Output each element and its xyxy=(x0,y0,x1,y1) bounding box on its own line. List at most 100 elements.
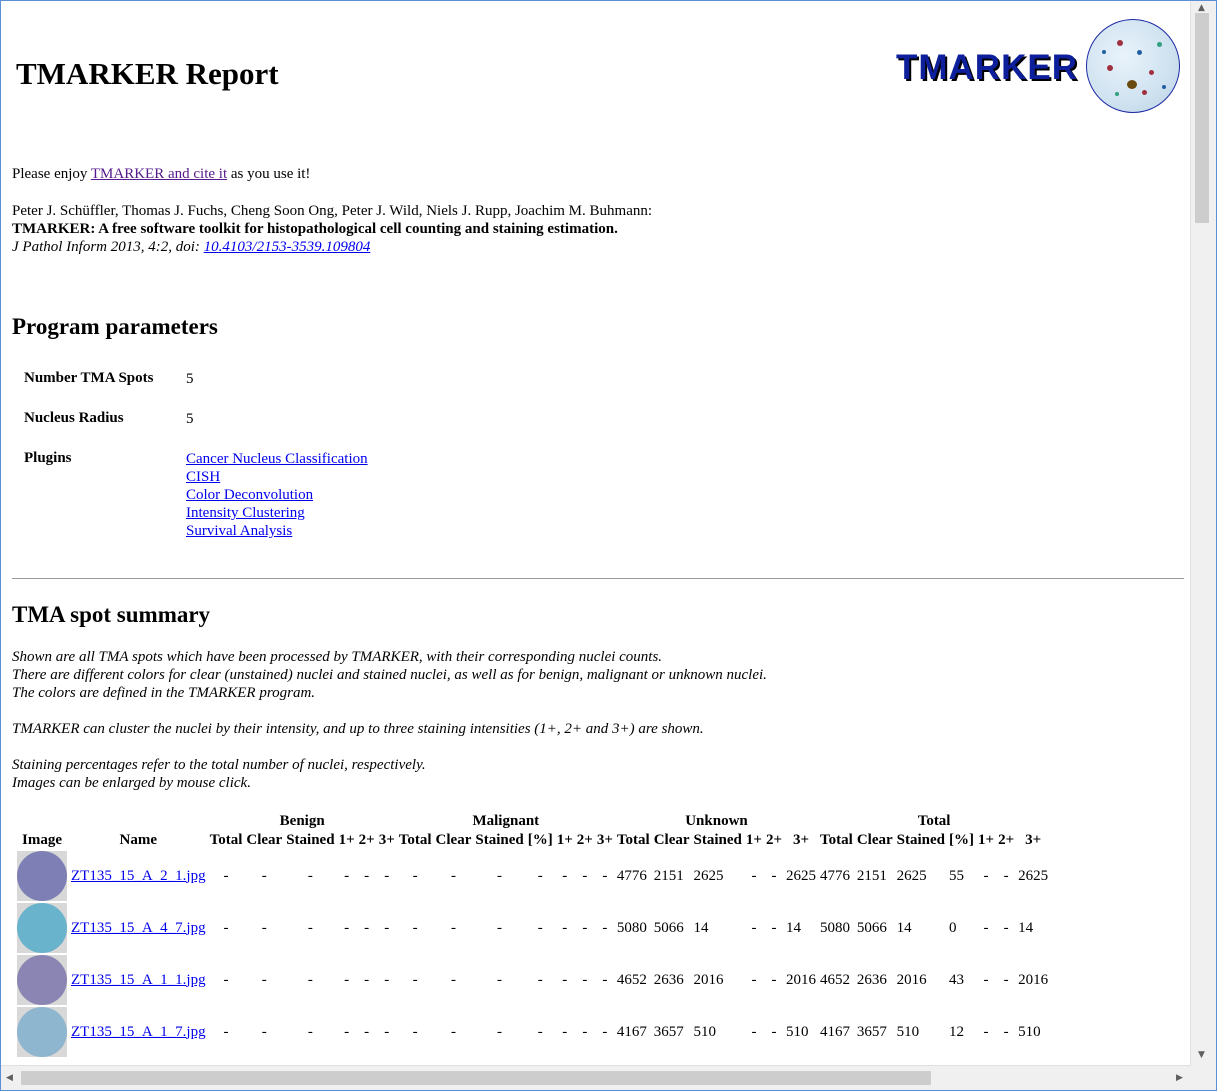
scroll-left-icon[interactable]: ◀ xyxy=(6,1073,13,1083)
param-label-radius: Nucleus Radius xyxy=(24,410,124,426)
table-cell-benign: - xyxy=(261,867,267,884)
col-malignant-header: Clear xyxy=(435,832,472,848)
col-image: Image xyxy=(22,832,62,848)
group-benign: Benign xyxy=(279,813,325,829)
horizontal-scrollbar[interactable]: ◀ ▶ xyxy=(1,1065,1191,1090)
table-cell-benign: - xyxy=(344,919,350,936)
col-benign-header: Total xyxy=(209,832,243,848)
table-cell-malignant: - xyxy=(562,919,568,936)
param-value-radius: 5 xyxy=(186,411,194,427)
spot-thumbnail[interactable] xyxy=(17,955,67,1005)
plugin-list: Cancer Nucleus Classification CISH Color… xyxy=(186,450,368,540)
spot-image-link[interactable]: ZT135_15_A_1_1.jpg xyxy=(71,972,206,988)
table-cell-benign: - xyxy=(344,867,350,884)
col-malignant-header: Total xyxy=(398,832,432,848)
tma-spot-summary-heading: TMA spot summary xyxy=(12,602,211,627)
description-line: The colors are defined in the TMARKER pr… xyxy=(12,685,316,701)
table-cell-unknown: 4776 xyxy=(616,867,647,884)
table-cell-total: 5080 xyxy=(820,919,851,936)
table-cell-unknown: - xyxy=(751,867,757,884)
table-cell-unknown: 2636 xyxy=(653,971,684,988)
col-benign-header: 1+ xyxy=(338,832,355,848)
spot-thumbnail[interactable] xyxy=(17,903,67,953)
vertical-scroll-thumb[interactable] xyxy=(1195,13,1209,223)
table-cell-unknown: 2016 xyxy=(786,971,817,988)
table-cell-malignant: - xyxy=(450,919,456,936)
group-total: Total xyxy=(917,813,951,829)
table-cell-benign: - xyxy=(223,971,229,988)
spot-thumbnail-cell[interactable] xyxy=(16,955,68,1005)
citation-title: TMARKER: A free software toolkit for his… xyxy=(12,221,618,237)
table-cell-total: - xyxy=(983,971,989,988)
table-cell-malignant: - xyxy=(602,919,608,936)
group-unknown: Unknown xyxy=(685,813,748,829)
enjoy-prefix: Please enjoy xyxy=(12,166,91,182)
plugin-link[interactable]: Survival Analysis xyxy=(186,523,292,539)
plugin-link[interactable]: Color Deconvolution xyxy=(186,487,313,503)
table-cell-unknown: - xyxy=(751,971,757,988)
logo-tissue-image xyxy=(1086,19,1180,113)
tma-spot-table: Benign Malignant Unknown Total Image Nam… xyxy=(14,811,1051,1059)
plugin-link[interactable]: CISH xyxy=(186,469,220,485)
scroll-right-icon[interactable]: ▶ xyxy=(1176,1073,1183,1083)
horizontal-scroll-thumb[interactable] xyxy=(21,1071,931,1085)
table-cell-unknown: - xyxy=(771,1023,777,1040)
plugin-link[interactable]: Intensity Clustering xyxy=(186,505,305,521)
table-row: ZT135_15_A_2_1.jpg - - - - - - - - - - - - -4776 2151 2… xyxy=(16,851,1049,901)
table-cell-unknown: 14 xyxy=(786,919,802,936)
table-cell-benign: - xyxy=(261,1023,267,1040)
plugin-link[interactable]: Cancer Nucleus Classification xyxy=(186,451,368,467)
spot-image-link[interactable]: ZT135_15_A_2_1.jpg xyxy=(71,868,206,884)
spot-image-link[interactable]: ZT135_15_A_4_7.jpg xyxy=(71,920,206,936)
table-cell-malignant: - xyxy=(562,1023,568,1040)
spot-thumbnail-image xyxy=(17,955,67,1005)
table-cell-benign: - xyxy=(223,867,229,884)
table-cell-total: 2625 xyxy=(1018,867,1049,884)
table-cell-total: 43 xyxy=(949,971,965,988)
table-cell-benign: - xyxy=(307,971,313,988)
spot-name-cell: ZT135_15_A_4_7.jpg xyxy=(70,903,207,953)
table-group-header: Benign Malignant Unknown Total xyxy=(16,813,1049,830)
table-cell-benign: - xyxy=(307,919,313,936)
spot-thumbnail-cell[interactable] xyxy=(16,851,68,901)
table-cell-total: - xyxy=(1003,919,1009,936)
scroll-up-icon[interactable]: ▲ xyxy=(1198,3,1205,13)
col-total-header: 1+ xyxy=(978,832,995,848)
spot-thumbnail-image xyxy=(17,851,67,901)
table-cell-total: 2636 xyxy=(856,971,887,988)
program-parameters-heading: Program parameters xyxy=(12,314,218,339)
doi-link[interactable]: 10.4103/2153-3539.109804 xyxy=(204,239,371,255)
table-cell-benign: - xyxy=(364,867,370,884)
spot-image-link[interactable]: ZT135_15_A_1_7.jpg xyxy=(71,1024,206,1040)
table-cell-malignant: - xyxy=(562,971,568,988)
spot-thumbnail-cell[interactable] xyxy=(16,1007,68,1057)
table-cell-benign: - xyxy=(344,971,350,988)
col-unknown-header: 3+ xyxy=(793,832,810,848)
table-cell-unknown: - xyxy=(771,919,777,936)
table-cell-benign: - xyxy=(384,867,390,884)
spot-thumbnail[interactable] xyxy=(17,1007,67,1057)
spot-thumbnail-cell[interactable] xyxy=(16,903,68,953)
citation-authors: Peter J. Schüffler, Thomas J. Fuchs, Che… xyxy=(12,203,653,219)
spot-thumbnail[interactable] xyxy=(17,851,67,901)
param-value-spots: 5 xyxy=(186,371,194,387)
col-total-header: Total xyxy=(820,832,853,848)
scroll-down-icon[interactable]: ▼ xyxy=(1198,1050,1205,1060)
table-cell-benign: - xyxy=(261,919,267,936)
logo-text: TMARKER xyxy=(896,48,1078,87)
table-column-header: Image Name Total Clear Stained 1+ 2+ 3+ Total C… xyxy=(16,832,1049,849)
spot-thumbnail-image xyxy=(17,1007,67,1057)
table-cell-total: - xyxy=(983,1023,989,1040)
col-total-header: Clear xyxy=(856,832,893,848)
table-cell-benign: - xyxy=(307,1023,313,1040)
table-cell-total: - xyxy=(1003,971,1009,988)
vertical-scrollbar[interactable]: ▲ ▼ xyxy=(1190,1,1216,1066)
table-cell-malignant: - xyxy=(497,867,503,884)
table-cell-malignant: - xyxy=(537,1023,543,1040)
table-cell-malignant: - xyxy=(602,971,608,988)
table-cell-malignant: - xyxy=(412,1023,418,1040)
table-cell-benign: - xyxy=(384,971,390,988)
table-cell-unknown: 3657 xyxy=(653,1023,684,1040)
tmarker-cite-link[interactable]: TMARKER and cite it xyxy=(91,166,227,182)
col-total-header: 3+ xyxy=(1025,832,1042,848)
